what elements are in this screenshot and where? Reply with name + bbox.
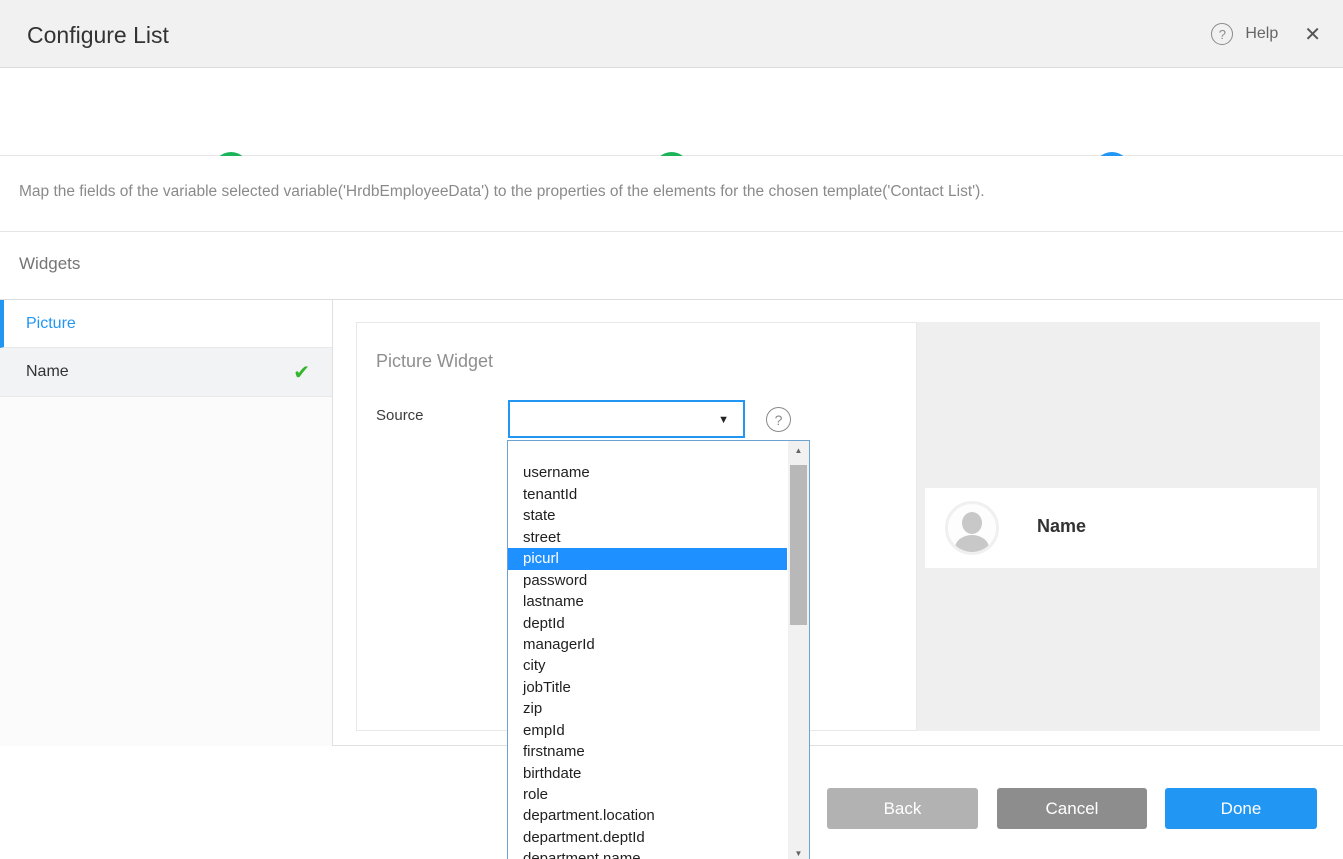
- dropdown-option[interactable]: department.deptId: [508, 827, 787, 848]
- dropdown-option[interactable]: zip: [508, 698, 787, 719]
- dropdown-option[interactable]: jobTitle: [508, 677, 787, 698]
- widgets-band: Widgets: [0, 232, 1343, 300]
- dropdown-option[interactable]: firstname: [508, 741, 787, 762]
- dropdown-option[interactable]: department.location: [508, 805, 787, 826]
- dropdown-options: username tenantId state street picurl pa…: [508, 441, 787, 859]
- sidebar-item-picture[interactable]: Picture: [0, 300, 332, 348]
- contact-list-preview-card: Name: [925, 488, 1317, 568]
- dropdown-option-highlighted[interactable]: picurl: [508, 548, 787, 569]
- widgets-sidebar: Picture Name ✔: [0, 300, 333, 746]
- source-help[interactable]: ?: [766, 407, 791, 432]
- wizard-stepper: ✓ Data ✓ Template 3 Bind Fields: [0, 69, 1343, 156]
- scroll-up-icon[interactable]: ▲: [788, 443, 809, 459]
- dropdown-option[interactable]: street: [508, 527, 787, 548]
- description-band: Map the fields of the variable selected …: [0, 156, 1343, 232]
- sidebar-item-label: Picture: [26, 315, 76, 333]
- mapping-description: Map the fields of the variable selected …: [19, 183, 985, 201]
- dropdown-option[interactable]: password: [508, 570, 787, 591]
- help-button[interactable]: Help: [1245, 25, 1278, 43]
- dropdown-option[interactable]: department.name: [508, 848, 787, 859]
- question-icon: ?: [766, 407, 791, 432]
- dropdown-option[interactable]: role: [508, 784, 787, 805]
- dropdown-option[interactable]: managerId: [508, 634, 787, 655]
- dropdown-option[interactable]: username: [508, 462, 787, 483]
- source-dropdown-list: username tenantId state street picurl pa…: [507, 440, 810, 859]
- dropdown-option[interactable]: empId: [508, 720, 787, 741]
- panel-title: Picture Widget: [376, 351, 493, 372]
- page-title: Configure List: [27, 22, 169, 49]
- cancel-button[interactable]: Cancel: [997, 788, 1147, 829]
- source-select[interactable]: ▼: [508, 400, 745, 438]
- dropdown-option[interactable]: birthdate: [508, 763, 787, 784]
- help-icon[interactable]: ?: [1211, 23, 1233, 45]
- dropdown-option[interactable]: tenantId: [508, 484, 787, 505]
- sidebar-item-name[interactable]: Name ✔: [0, 348, 332, 397]
- dropdown-option[interactable]: city: [508, 655, 787, 676]
- dropdown-option[interactable]: deptId: [508, 613, 787, 634]
- sidebar-item-label: Name: [26, 363, 69, 381]
- widgets-section-title: Widgets: [19, 254, 80, 274]
- dialog-header: Configure List ? Help ✕: [0, 0, 1343, 68]
- avatar-placeholder-icon: [945, 501, 999, 555]
- scrollbar-thumb[interactable]: [790, 465, 807, 625]
- source-label: Source: [376, 407, 424, 424]
- preview-name-label: Name: [1037, 516, 1086, 537]
- template-preview-panel: Name: [917, 322, 1320, 731]
- dropdown-scrollbar[interactable]: ▲ ▼: [788, 441, 809, 859]
- dropdown-option[interactable]: state: [508, 505, 787, 526]
- mapped-check-icon: ✔: [293, 360, 310, 385]
- dropdown-option[interactable]: [508, 441, 787, 462]
- back-button[interactable]: Back: [827, 788, 978, 829]
- done-button[interactable]: Done: [1165, 788, 1317, 829]
- chevron-down-icon: ▼: [718, 414, 729, 426]
- scroll-down-icon[interactable]: ▼: [788, 846, 809, 859]
- dropdown-option[interactable]: lastname: [508, 591, 787, 612]
- close-icon[interactable]: ✕: [1304, 22, 1321, 47]
